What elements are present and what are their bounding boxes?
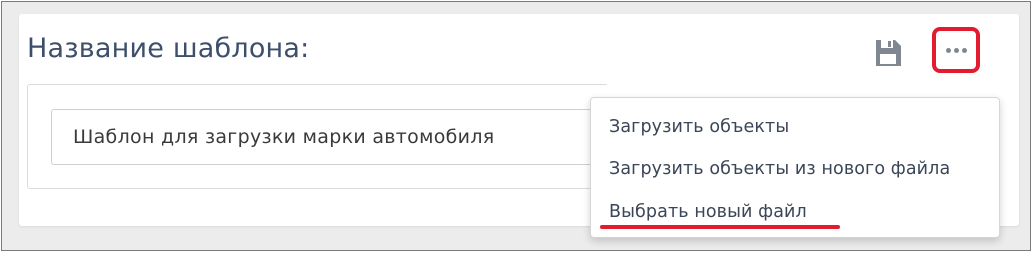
menu-item-load-objects-new-file[interactable]: Загрузить объекты из нового файла — [609, 159, 950, 179]
highlight-underline — [600, 225, 840, 229]
menu-item-choose-new-file[interactable]: Выбрать новый файл — [609, 202, 807, 222]
menu-item-load-objects[interactable]: Загрузить объекты — [609, 117, 789, 137]
template-title: Название шаблона: — [27, 33, 310, 64]
more-options-menu: Загрузить объекты Загрузить объекты из н… — [590, 97, 1000, 238]
more-options-button[interactable] — [932, 27, 980, 73]
floppy-disk-icon — [876, 40, 901, 66]
save-button[interactable] — [873, 38, 903, 68]
ellipsis-icon — [945, 47, 967, 53]
template-name-input[interactable] — [51, 109, 621, 165]
